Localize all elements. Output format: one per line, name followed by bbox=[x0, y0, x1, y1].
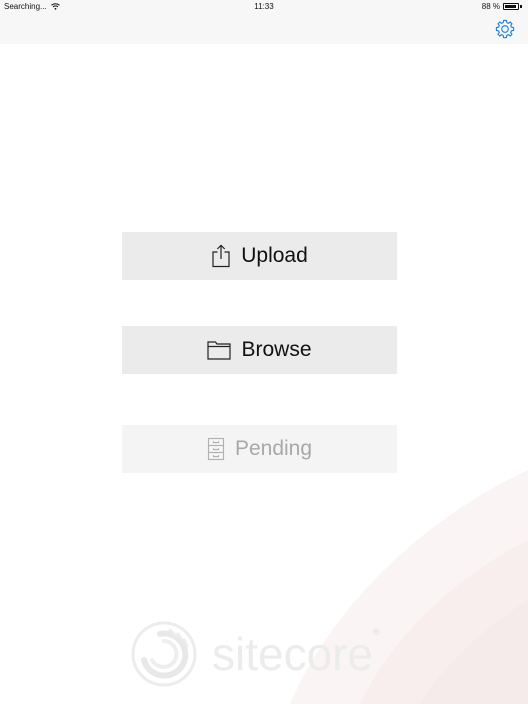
upload-button[interactable]: Upload bbox=[122, 232, 397, 280]
folder-icon bbox=[207, 340, 232, 360]
battery-tip bbox=[520, 5, 522, 8]
pending-button[interactable]: Pending bbox=[122, 425, 397, 473]
browse-label: Browse bbox=[241, 338, 312, 361]
sitecore-logo: sitecore® bbox=[130, 620, 380, 688]
battery-icon bbox=[503, 3, 519, 10]
app-screen: Searching... 11:33 88 % Upload Browse Pe… bbox=[0, 0, 528, 704]
battery-fill bbox=[505, 5, 516, 8]
share-upload-icon bbox=[211, 244, 231, 268]
nav-bar bbox=[0, 14, 528, 44]
upload-label: Upload bbox=[241, 244, 308, 267]
sitecore-swirl-icon bbox=[131, 621, 197, 687]
sitecore-wordmark: sitecore® bbox=[212, 627, 380, 681]
file-cabinet-icon bbox=[207, 437, 225, 461]
battery-percent: 88 % bbox=[481, 2, 500, 11]
status-time: 11:33 bbox=[254, 2, 274, 11]
pending-label: Pending bbox=[234, 437, 313, 460]
status-bar: Searching... 11:33 88 % bbox=[0, 0, 528, 14]
gear-icon bbox=[495, 19, 515, 39]
settings-button[interactable] bbox=[494, 18, 516, 40]
browse-button[interactable]: Browse bbox=[122, 326, 397, 374]
logo-text: sitecore bbox=[212, 628, 374, 680]
status-right: 88 % bbox=[482, 2, 522, 11]
registered-mark: ® bbox=[373, 627, 380, 637]
